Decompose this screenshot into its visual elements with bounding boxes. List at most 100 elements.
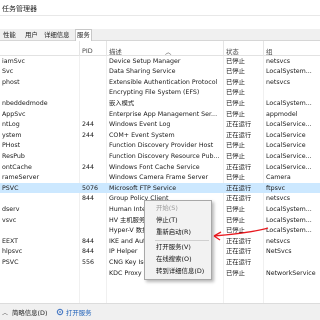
- fewer-details-link[interactable]: 简略信息(D): [12, 308, 47, 317]
- cell-status: 已停止: [226, 142, 245, 150]
- column-header-group[interactable]: 组: [266, 47, 272, 56]
- cell-description: Function Discovery Resource Pub...: [109, 152, 220, 160]
- cell-description: Encrypting File System (EFS): [109, 89, 200, 97]
- cell-pid: 244: [82, 163, 95, 171]
- tab-details[interactable]: 详细信息: [43, 30, 71, 41]
- table-row[interactable]: Encrypting File System (EFS) 已停止: [0, 88, 320, 98]
- cell-status: 已停止: [226, 174, 245, 182]
- annotation-arrow-icon: [213, 227, 269, 241]
- cell-name: ontCache: [2, 163, 32, 171]
- table-row[interactable]: AppSvc Enterprise App Management Ser... 已停…: [0, 109, 320, 119]
- cell-group: appmodel: [266, 110, 298, 118]
- services-gear-icon: [56, 308, 64, 316]
- table-row[interactable]: iamSvc Device Setup Manager 已停止 netsvcs: [0, 56, 320, 66]
- cell-group: LocalSystem...: [266, 216, 312, 224]
- cell-name: hlpsvc: [2, 248, 23, 256]
- column-header-description[interactable]: 描述: [109, 47, 122, 56]
- cell-group: LocalService: [266, 131, 306, 139]
- cell-group: netsvcs: [266, 195, 291, 203]
- cell-name: EEXT: [2, 237, 19, 245]
- cell-name: rameServer: [2, 174, 40, 182]
- cell-group: LocalService...: [266, 152, 312, 160]
- menu-item-go-to-details[interactable]: 转到详细信息(D): [156, 267, 204, 276]
- cell-pid: 244: [82, 121, 95, 129]
- cell-pid: 844: [82, 237, 95, 245]
- column-divider[interactable]: [223, 41, 224, 56]
- cell-group: LocalSystem...: [266, 99, 312, 107]
- menu-item-start[interactable]: 开始(S): [156, 204, 178, 213]
- cell-status: 正在运行: [226, 195, 252, 203]
- cell-pid: 5076: [82, 184, 99, 192]
- column-divider[interactable]: [79, 41, 80, 56]
- column-divider[interactable]: [263, 41, 264, 56]
- cell-description: Microsoft FTP Service: [109, 184, 177, 192]
- table-row[interactable]: ontCache 244 Windows Font Cache Service 正在运…: [0, 162, 320, 172]
- cell-status: 正在运行: [226, 258, 252, 266]
- cell-description: Enterprise App Management Ser...: [109, 110, 218, 118]
- column-header-status[interactable]: 状态: [226, 47, 239, 56]
- cell-status: 正在运行: [226, 248, 252, 256]
- chevron-up-icon: ︿: [2, 310, 9, 317]
- cell-group: NetSvcs: [266, 248, 292, 256]
- cell-status: 已停止: [226, 89, 245, 97]
- cell-pid: 556: [82, 258, 95, 266]
- menu-item-stop[interactable]: 停止(T): [156, 216, 178, 225]
- tab-users[interactable]: 用户: [24, 30, 39, 41]
- cell-description: COM+ Event System: [109, 131, 175, 139]
- table-row[interactable]: ystem 244 COM+ Event System 正在运行 LocalServic…: [0, 130, 320, 140]
- cell-name: ntLog: [2, 121, 20, 129]
- tab-services[interactable]: 服务: [75, 29, 92, 41]
- menu-item-open-services[interactable]: 打开服务(V): [156, 243, 191, 252]
- tab-strip: 性能 用户 详细信息 服务: [0, 29, 320, 41]
- cell-group: LocalSystem...: [266, 68, 312, 76]
- column-header-row: PID ︿ 描述 状态 组: [0, 41, 320, 56]
- cell-status: 已停止: [226, 78, 245, 86]
- table-row[interactable]: phost Extensible Authentication Protocol 已…: [0, 77, 320, 87]
- table-row[interactable]: ntLog 244 Windows Event Log 正在运行 LocalServic…: [0, 120, 320, 130]
- context-menu: 开始(S) 停止(T) 重新启动(R) 打开服务(V) 在线搜索(O) 转到详细…: [144, 200, 212, 280]
- cell-status: 已停止: [226, 99, 245, 107]
- cell-name: phost: [2, 78, 20, 86]
- cell-group: netsvcs: [266, 237, 291, 245]
- table-row[interactable]: rameServer Windows Camera Frame Server 已停止…: [0, 173, 320, 183]
- cell-group: NetworkService: [266, 269, 316, 277]
- cell-description: 嵌入模式: [109, 99, 135, 107]
- cell-name: PSVC: [2, 184, 19, 192]
- column-header-pid[interactable]: PID: [82, 47, 93, 55]
- cell-group: LocalService: [266, 142, 306, 150]
- cell-description: Function Discovery Provider Host: [109, 142, 214, 150]
- cell-description: Windows Event Log: [109, 121, 171, 129]
- cell-group: Camera: [266, 174, 291, 182]
- cell-name: dserv: [2, 205, 20, 213]
- tab-performance[interactable]: 性能: [2, 30, 17, 41]
- cell-pid: 844: [82, 195, 95, 203]
- cell-status: 正在运行: [226, 131, 252, 139]
- cell-status: 已停止: [226, 152, 245, 160]
- cell-group: LocalSystem...: [266, 205, 312, 213]
- cell-name: PHost: [2, 142, 21, 150]
- table-row[interactable]: nbeddedmode 嵌入模式 已停止 LocalSystem...: [0, 98, 320, 108]
- cell-name: nbeddedmode: [2, 99, 48, 107]
- menu-item-search-online[interactable]: 在线搜索(O): [156, 255, 192, 264]
- menu-separator: [155, 240, 209, 241]
- cell-description: Extensible Authentication Protocol: [109, 78, 218, 86]
- cell-group: ftpsvc: [266, 184, 286, 192]
- cell-name: PSVC: [2, 258, 19, 266]
- annotation-arrow-line: [213, 227, 269, 237]
- cell-name: AppSvc: [2, 110, 26, 118]
- table-row[interactable]: ResPub Function Discovery Resource Pub...…: [0, 151, 320, 161]
- cell-status: 已停止: [226, 57, 245, 65]
- cell-group: LocalSystem...: [266, 227, 312, 235]
- title-bar: 任务管理器: [0, 0, 320, 16]
- table-row[interactable]: Svc Data Sharing Service 已停止 LocalSystem...: [0, 67, 320, 77]
- table-row-selected[interactable]: PSVC 5076 Microsoft FTP Service 正在运行 ftpsvc: [0, 183, 320, 194]
- column-divider[interactable]: [106, 41, 107, 56]
- cell-group: netsvcs: [266, 78, 291, 86]
- cell-description: Windows Font Cache Service: [109, 163, 200, 171]
- cell-status: 正在运行: [226, 163, 252, 171]
- open-services-link[interactable]: 打开服务: [66, 308, 92, 317]
- sort-arrow-icon: ︿: [165, 48, 172, 56]
- cell-name: vsvc: [2, 216, 17, 224]
- menu-item-restart[interactable]: 重新启动(R): [156, 228, 191, 237]
- table-row[interactable]: PHost Function Discovery Provider Host 已停止…: [0, 141, 320, 151]
